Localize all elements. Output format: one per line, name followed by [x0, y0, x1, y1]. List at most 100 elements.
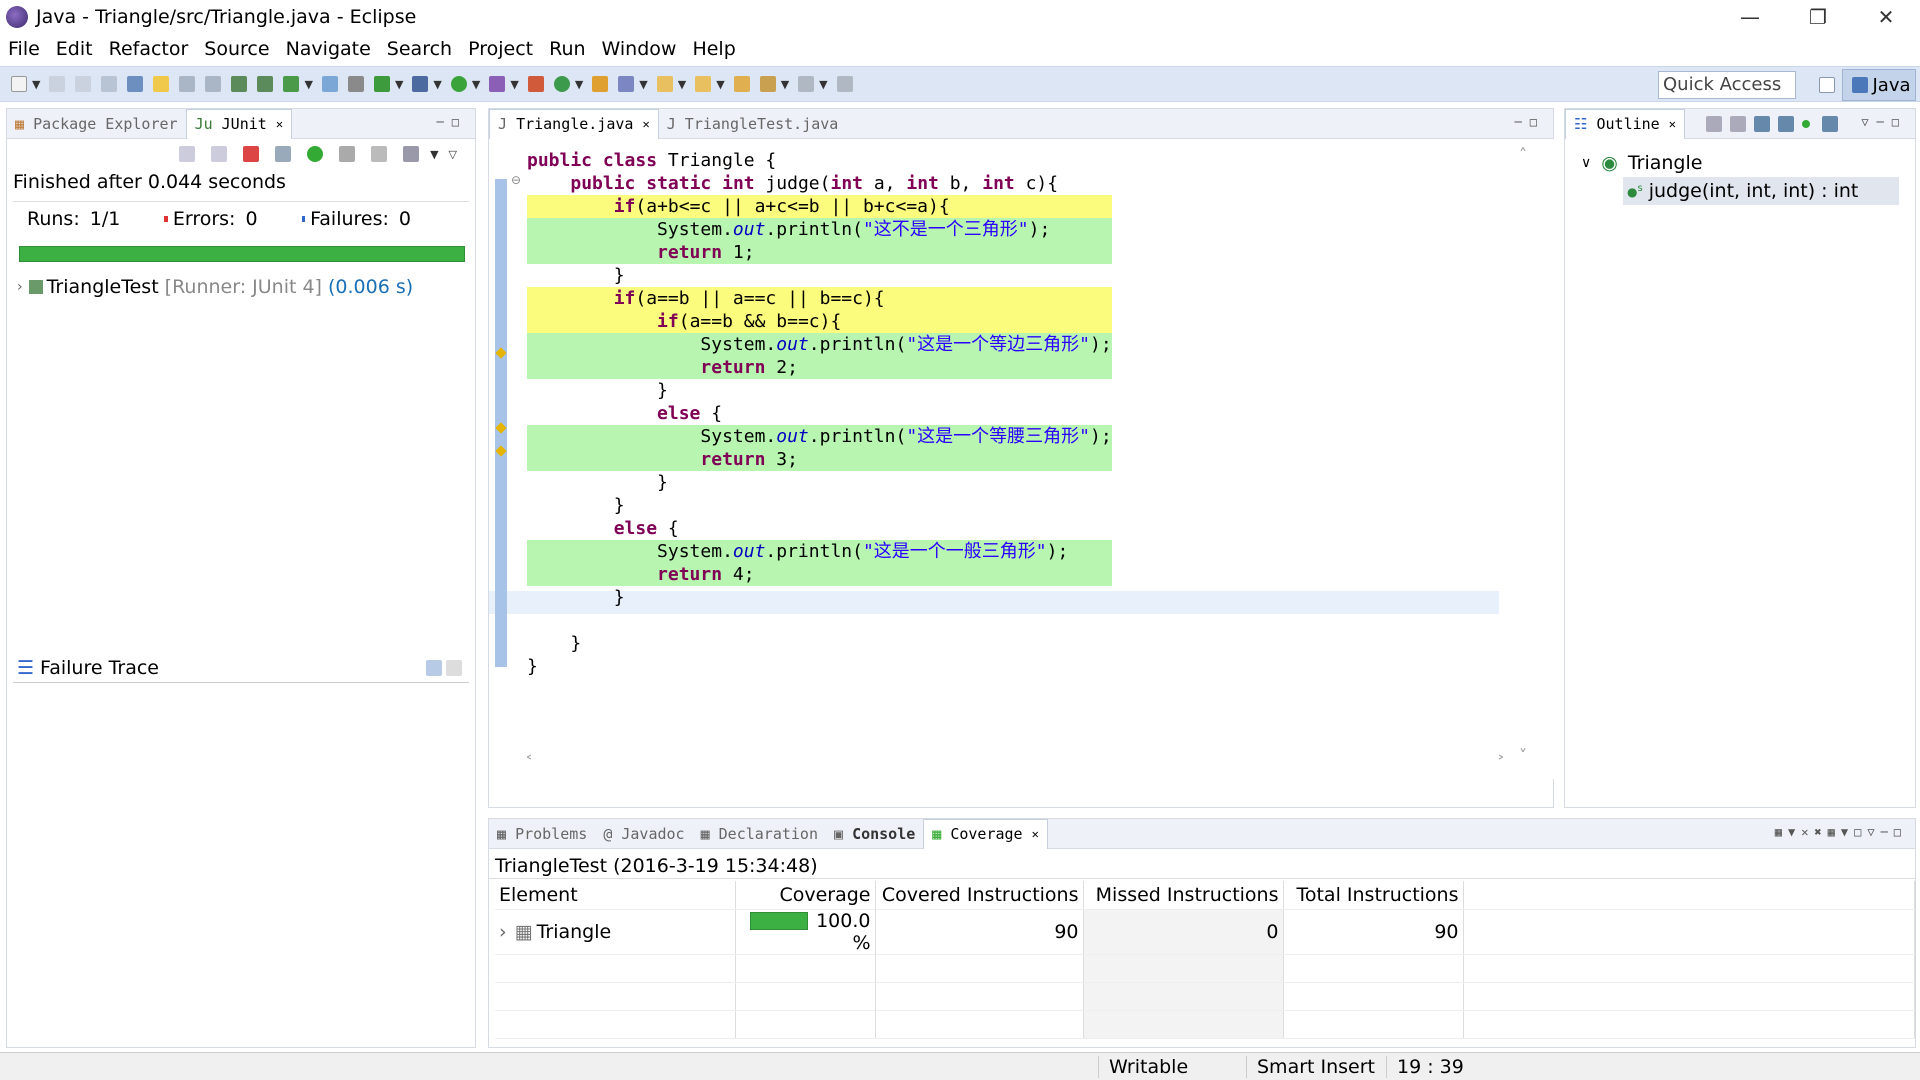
column-element[interactable]: Element [495, 881, 736, 910]
chevron-down-icon[interactable]: ▼ [639, 78, 647, 91]
close-icon[interactable]: ✕ [1852, 0, 1920, 34]
stop-icon[interactable] [371, 146, 388, 162]
chevron-down-icon[interactable]: ▼ [678, 78, 686, 91]
hide-static-icon[interactable] [1778, 115, 1794, 132]
menu-source[interactable]: Source [196, 38, 277, 60]
prev-annotation-icon[interactable] [695, 76, 712, 92]
back-icon[interactable] [759, 76, 776, 92]
chevron-down-icon[interactable]: ∨ [1581, 155, 1591, 171]
highlight-icon[interactable] [153, 76, 170, 92]
new-package-icon[interactable] [527, 76, 544, 92]
sort-icon[interactable] [1730, 115, 1746, 132]
task-icon[interactable] [283, 76, 300, 92]
toggle-mark-icon[interactable] [127, 76, 144, 92]
external-tools-icon[interactable] [489, 76, 506, 92]
table-row[interactable]: › ▦ Triangle 100.0 % 90 0 90 [495, 909, 1915, 955]
tab-outline[interactable]: ☷ Outline ✕ [1565, 108, 1685, 139]
restore-icon[interactable]: ❐ [1784, 0, 1852, 34]
column-coverage[interactable]: Coverage [735, 881, 876, 910]
menu-project[interactable]: Project [460, 38, 541, 60]
java-perspective-button[interactable]: Java [1842, 69, 1916, 101]
next-annotation-icon[interactable] [656, 76, 673, 92]
tab-triangle-java[interactable]: J Triangle.java ✕ [489, 108, 659, 139]
hide-local-types-icon[interactable] [1822, 115, 1838, 132]
pin-editor-icon[interactable] [836, 76, 853, 92]
test-tree-item[interactable]: › TriangleTest [Runner: JUnit 4] (0.006 … [17, 276, 465, 298]
quick-access-input[interactable]: Quick Access [1658, 71, 1796, 99]
outline-method-node[interactable]: ●s judge(int, int, int) : int [1623, 177, 1899, 205]
chevron-down-icon[interactable]: ▼ [472, 78, 480, 91]
next-failure-icon[interactable] [179, 146, 196, 162]
forward-icon[interactable] [798, 76, 815, 92]
rerun-test-icon[interactable] [307, 146, 324, 162]
new-icon[interactable] [11, 76, 27, 92]
tab-declaration[interactable]: ▦ Declaration [693, 821, 826, 847]
chevron-down-icon[interactable]: ▼ [781, 78, 789, 91]
tab-junit[interactable]: Ju JUnit ✕ [185, 108, 293, 139]
chevron-down-icon[interactable]: ▼ [510, 78, 518, 91]
chevron-down-icon[interactable]: ▼ [304, 78, 312, 91]
menu-refactor[interactable]: Refactor [101, 38, 197, 60]
print-icon[interactable] [101, 76, 118, 92]
menu-run[interactable]: Run [541, 38, 593, 60]
chevron-right-icon[interactable]: › [499, 921, 507, 943]
minimize-maximize-icon[interactable]: ─□ [1515, 115, 1545, 129]
block-select-icon[interactable] [179, 76, 196, 92]
chevron-down-icon[interactable]: ▼ [819, 78, 827, 91]
hide-fields-icon[interactable] [1754, 115, 1770, 132]
menu-navigate[interactable]: Navigate [278, 38, 379, 60]
save-icon[interactable] [49, 76, 66, 92]
outline-class-node[interactable]: ∨ ◉ Triangle [1581, 149, 1899, 177]
whitespace-icon[interactable] [205, 76, 222, 92]
close-icon[interactable]: ✕ [1032, 827, 1039, 841]
chevron-down-icon[interactable]: ˅ [1519, 746, 1527, 765]
tab-problems[interactable]: ▦ Problems [489, 821, 595, 847]
chevron-right-icon[interactable]: ˃ [1497, 753, 1505, 772]
close-icon[interactable]: ✕ [643, 117, 650, 131]
menu-file[interactable]: File [0, 38, 48, 60]
view-menu-icon[interactable]: ▽ [449, 148, 457, 161]
show-failures-only-icon[interactable] [243, 146, 260, 162]
tab-coverage[interactable]: ▦ Coverage ✕ [923, 818, 1048, 849]
tab-triangletest-java[interactable]: J TriangleTest.java [659, 111, 847, 137]
chevron-left-icon[interactable]: ˂ [525, 753, 533, 772]
search-icon[interactable] [618, 76, 635, 92]
skip-breakpoints-icon[interactable] [347, 76, 364, 92]
chevron-right-icon[interactable]: › [17, 279, 23, 295]
close-icon[interactable]: ✕ [276, 117, 283, 131]
code-editor[interactable]: ⊖ public class Triangle { public static … [489, 139, 1555, 779]
menu-search[interactable]: Search [379, 38, 460, 60]
tab-javadoc[interactable]: @ Javadoc [595, 821, 692, 847]
minimize-icon[interactable]: — [1716, 0, 1784, 34]
close-icon[interactable]: ✕ [1669, 117, 1676, 131]
horizontal-scrollbar[interactable]: ˂ ˃ [525, 753, 1505, 773]
build-icon[interactable] [231, 76, 248, 92]
chevron-up-icon[interactable]: ˄ [1519, 145, 1527, 164]
compare-result-icon[interactable] [446, 659, 462, 676]
vertical-scrollbar[interactable]: ˄ ˅ [1515, 145, 1535, 765]
tab-package-explorer[interactable]: ▦ Package Explorer [7, 111, 186, 137]
minimize-maximize-icon[interactable]: ▽─□ [1861, 115, 1907, 129]
tab-console[interactable]: ▣ Console [826, 821, 923, 847]
terminal-icon[interactable] [257, 76, 274, 92]
open-type-icon[interactable] [592, 76, 609, 92]
save-all-icon[interactable] [75, 76, 92, 92]
debug-icon[interactable] [412, 76, 429, 92]
open-perspective-icon[interactable] [1819, 77, 1835, 93]
coverage-icon[interactable] [373, 76, 390, 92]
column-total[interactable]: Total Instructions [1283, 881, 1464, 910]
new-class-icon[interactable] [553, 76, 570, 92]
chevron-down-icon[interactable]: ▼ [430, 148, 438, 161]
refresh-icon[interactable] [321, 76, 338, 92]
coverage-toolbar-icons[interactable]: ▦▼✕✖▦▼□▽─□ [1775, 825, 1907, 839]
chevron-down-icon[interactable]: ▼ [575, 78, 583, 91]
last-edit-icon[interactable] [733, 76, 750, 92]
menu-window[interactable]: Window [594, 38, 685, 60]
chevron-down-icon[interactable]: ▼ [32, 78, 40, 91]
column-missed[interactable]: Missed Instructions [1083, 881, 1284, 910]
chevron-down-icon[interactable]: ▼ [433, 78, 441, 91]
hide-nonpublic-icon[interactable] [1802, 119, 1810, 128]
collapse-all-icon[interactable] [1706, 115, 1722, 132]
run-icon[interactable] [450, 76, 467, 92]
scroll-lock-icon[interactable] [275, 146, 292, 162]
